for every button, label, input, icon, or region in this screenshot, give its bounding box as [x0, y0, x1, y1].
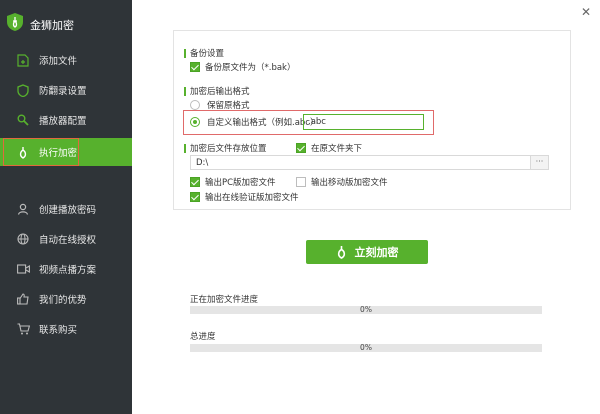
pc-output-checkbox-row[interactable]: 输出PC版加密文件 — [190, 176, 276, 188]
current-progress-value: 0% — [360, 305, 372, 314]
current-progress-bar: 0% — [190, 305, 542, 314]
sidebar-item-label: 自动在线授权 — [39, 235, 97, 246]
sidebar-item-auto-online-auth[interactable]: 自动在线授权 — [0, 225, 132, 253]
video-icon — [16, 262, 30, 276]
encrypt-now-label: 立刻加密 — [354, 246, 399, 259]
sidebar-item-vod-plan[interactable]: 视频点播方案 — [0, 255, 132, 283]
backup-section-label: 备份设置 — [184, 47, 224, 59]
globe-icon — [16, 232, 30, 246]
sidebar-item-label: 添加文件 — [39, 56, 78, 67]
sidebar-item-label: 视频点播方案 — [39, 265, 97, 276]
output-path-input[interactable]: D:\ — [190, 155, 531, 170]
encrypt-now-button[interactable]: 立刻加密 — [306, 240, 428, 264]
backup-checkbox[interactable] — [190, 62, 200, 72]
flame-icon — [336, 245, 347, 259]
sidebar-item-our-advantages[interactable]: 我们的优势 — [0, 285, 132, 313]
online-output-checkbox[interactable] — [190, 192, 200, 202]
online-output-checkbox-row[interactable]: 输出在线验证版加密文件 — [190, 191, 299, 203]
same-folder-checkbox[interactable] — [296, 143, 306, 153]
pc-output-checkbox[interactable] — [190, 177, 200, 187]
custom-format-label: 自定义输出格式（例如.abc） — [207, 118, 319, 128]
total-progress-value: 0% — [360, 343, 372, 352]
user-icon — [16, 202, 30, 216]
sidebar-item-label: 防翻录设置 — [39, 86, 87, 97]
sidebar-item-label: 创建播放密码 — [39, 205, 97, 216]
sidebar-item-execute-encrypt[interactable]: 执行加密 — [0, 138, 132, 166]
custom-format-input[interactable]: .abc — [303, 114, 424, 130]
pc-output-label: 输出PC版加密文件 — [205, 178, 276, 188]
output-format-section-label: 加密后输出格式 — [184, 85, 250, 97]
shield-icon — [16, 83, 30, 97]
sidebar-item-anti-record[interactable]: 防翻录设置 — [0, 76, 132, 104]
brand: 金狮加密 — [0, 0, 132, 42]
sidebar-item-contact-purchase[interactable]: 联系购买 — [0, 315, 132, 343]
sidebar: 金狮加密 添加文件 防翻录设置 播放器配置 执行加密 创建播放密码 自动在线授权… — [0, 0, 132, 414]
mobile-output-checkbox-row[interactable]: 输出移动版加密文件 — [296, 176, 388, 188]
browse-button[interactable]: ··· — [530, 155, 549, 170]
search-icon — [16, 113, 30, 127]
file-add-icon — [16, 53, 30, 67]
sidebar-item-create-password[interactable]: 创建播放密码 — [0, 195, 132, 223]
cart-icon — [16, 322, 30, 336]
backup-checkbox-label: 备份原文件为（*.bak） — [205, 63, 296, 73]
custom-format-radio-row[interactable]: 自定义输出格式（例如.abc） — [190, 116, 318, 128]
mobile-output-checkbox[interactable] — [296, 177, 306, 187]
total-progress-label: 总进度 — [190, 332, 216, 342]
custom-format-radio[interactable] — [190, 117, 200, 127]
thumbs-up-icon — [16, 292, 30, 306]
total-progress-bar: 0% — [190, 343, 542, 352]
same-folder-checkbox-row[interactable]: 在原文件夹下 — [296, 142, 362, 154]
sidebar-item-add-file[interactable]: 添加文件 — [0, 46, 132, 74]
shield-logo-icon — [7, 13, 23, 31]
app-title: 金狮加密 — [30, 19, 74, 32]
sidebar-item-label: 联系购买 — [39, 325, 78, 336]
current-progress-label: 正在加密文件进度 — [190, 295, 259, 305]
sidebar-item-label: 播放器配置 — [39, 116, 87, 127]
sidebar-item-label: 我们的优势 — [39, 295, 87, 306]
sidebar-item-player-config[interactable]: 播放器配置 — [0, 106, 132, 134]
location-section-label: 加密后文件存放位置 — [184, 142, 267, 154]
mobile-output-label: 输出移动版加密文件 — [311, 178, 388, 188]
close-icon[interactable]: ✕ — [580, 6, 592, 18]
keep-format-radio[interactable] — [190, 100, 200, 110]
same-folder-label: 在原文件夹下 — [311, 144, 363, 154]
online-output-label: 输出在线验证版加密文件 — [205, 193, 299, 203]
selection-highlight — [3, 138, 79, 166]
backup-checkbox-row[interactable]: 备份原文件为（*.bak） — [190, 61, 295, 73]
